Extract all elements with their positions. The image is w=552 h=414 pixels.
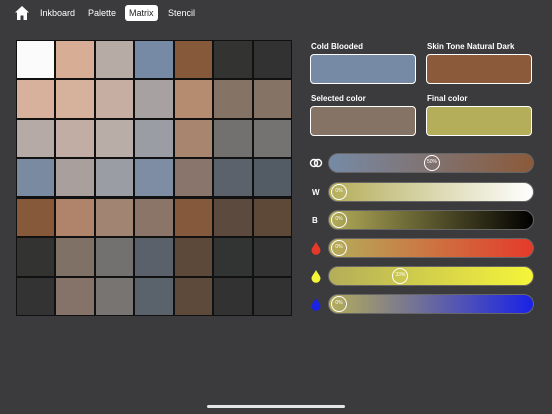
slider-thumb[interactable]: 33% [392, 268, 409, 284]
matrix-cell[interactable] [253, 198, 291, 237]
matrix-cell[interactable] [135, 238, 173, 276]
slider-label-w: W [312, 188, 320, 197]
color-matrix [16, 40, 292, 316]
matrix-cell[interactable] [95, 198, 134, 237]
matrix-cell[interactable] [214, 238, 252, 276]
matrix-cell[interactable] [253, 277, 291, 315]
slider-track[interactable]: 0% [328, 182, 534, 202]
matrix-cell[interactable] [174, 80, 213, 118]
matrix-cell[interactable] [17, 277, 55, 315]
matrix-cell[interactable] [253, 41, 291, 79]
cold-blooded-label: Cold Blooded [311, 42, 363, 51]
drop-red-icon [311, 242, 321, 255]
matrix-cell[interactable] [214, 277, 252, 315]
matrix-cell[interactable] [95, 41, 134, 79]
matrix-cell[interactable] [95, 277, 134, 315]
matrix-cell[interactable] [56, 159, 94, 197]
top-toolbar: Inkboard Palette Matrix Stencil [0, 0, 552, 26]
matrix-cell[interactable] [95, 159, 134, 197]
matrix-divider-horizontal-bottom [16, 196, 292, 198]
matrix-cell[interactable] [253, 238, 291, 276]
drop-blue-icon [311, 298, 321, 311]
matrix-cell[interactable] [95, 238, 134, 276]
matrix-cell[interactable] [17, 80, 55, 118]
tab-inkboard[interactable]: Inkboard [36, 5, 79, 21]
slider-thumb[interactable]: 0% [331, 240, 347, 256]
matrix-cell[interactable] [214, 159, 252, 197]
matrix-cell[interactable] [95, 80, 134, 118]
matrix-cell[interactable] [135, 277, 173, 315]
matrix-cell[interactable] [135, 198, 173, 237]
matrix-cell[interactable] [253, 119, 291, 158]
slider-thumb[interactable]: 0% [331, 184, 347, 200]
matrix-cell[interactable] [135, 80, 173, 118]
matrix-cell[interactable] [174, 159, 213, 197]
slider-track[interactable]: 33% [328, 266, 534, 286]
matrix-cell[interactable] [17, 198, 55, 237]
slider-thumb[interactable]: 0% [331, 212, 347, 228]
matrix-cell[interactable] [56, 80, 94, 118]
slider-label-b: B [312, 216, 318, 225]
matrix-cell[interactable] [17, 41, 55, 79]
final-color-label: Final color [427, 94, 468, 103]
matrix-cell[interactable] [17, 238, 55, 276]
matrix-cell[interactable] [253, 80, 291, 118]
selected-color-label: Selected color [311, 94, 366, 103]
matrix-divider-vertical [173, 40, 175, 316]
skin-tone-swatch[interactable] [426, 54, 532, 84]
matrix-cell[interactable] [95, 119, 134, 158]
matrix-cell[interactable] [135, 159, 173, 197]
home-indicator [207, 405, 345, 408]
matrix-cell[interactable] [214, 80, 252, 118]
matrix-cell[interactable] [56, 119, 94, 158]
matrix-cell[interactable] [253, 159, 291, 197]
drop-yellow-icon [311, 270, 321, 283]
skin-tone-label: Skin Tone Natural Dark [427, 42, 515, 51]
matrix-divider-horizontal-top [16, 157, 292, 159]
matrix-cell[interactable] [174, 41, 213, 79]
slider-thumb[interactable]: 50% [424, 155, 440, 171]
slider-track[interactable]: 0% [328, 210, 534, 230]
selected-color-swatch[interactable] [310, 106, 416, 136]
slider-track[interactable]: 50% [328, 153, 534, 173]
matrix-cell[interactable] [56, 41, 94, 79]
matrix-cell[interactable] [214, 119, 252, 158]
slider-thumb[interactable]: 0% [331, 296, 347, 312]
slider-track[interactable]: 0% [328, 294, 534, 314]
tab-matrix[interactable]: Matrix [125, 5, 158, 21]
matrix-cell[interactable] [174, 198, 213, 237]
matrix-cell[interactable] [174, 277, 213, 315]
matrix-cell[interactable] [135, 119, 173, 158]
cold-blooded-swatch[interactable] [310, 54, 416, 84]
matrix-cell[interactable] [56, 238, 94, 276]
tab-palette[interactable]: Palette [84, 5, 120, 21]
matrix-cell[interactable] [174, 119, 213, 158]
matrix-cell[interactable] [135, 41, 173, 79]
matrix-cell[interactable] [17, 119, 55, 158]
home-icon[interactable] [14, 5, 30, 21]
matrix-cell[interactable] [17, 159, 55, 197]
matrix-cell[interactable] [56, 198, 94, 237]
matrix-cell[interactable] [56, 277, 94, 315]
matrix-cell[interactable] [214, 198, 252, 237]
blend-icon [309, 158, 323, 168]
final-color-swatch[interactable] [426, 106, 532, 136]
matrix-cell[interactable] [214, 41, 252, 79]
slider-track[interactable]: 0% [328, 238, 534, 258]
matrix-cell[interactable] [174, 238, 213, 276]
tab-stencil[interactable]: Stencil [164, 5, 199, 21]
